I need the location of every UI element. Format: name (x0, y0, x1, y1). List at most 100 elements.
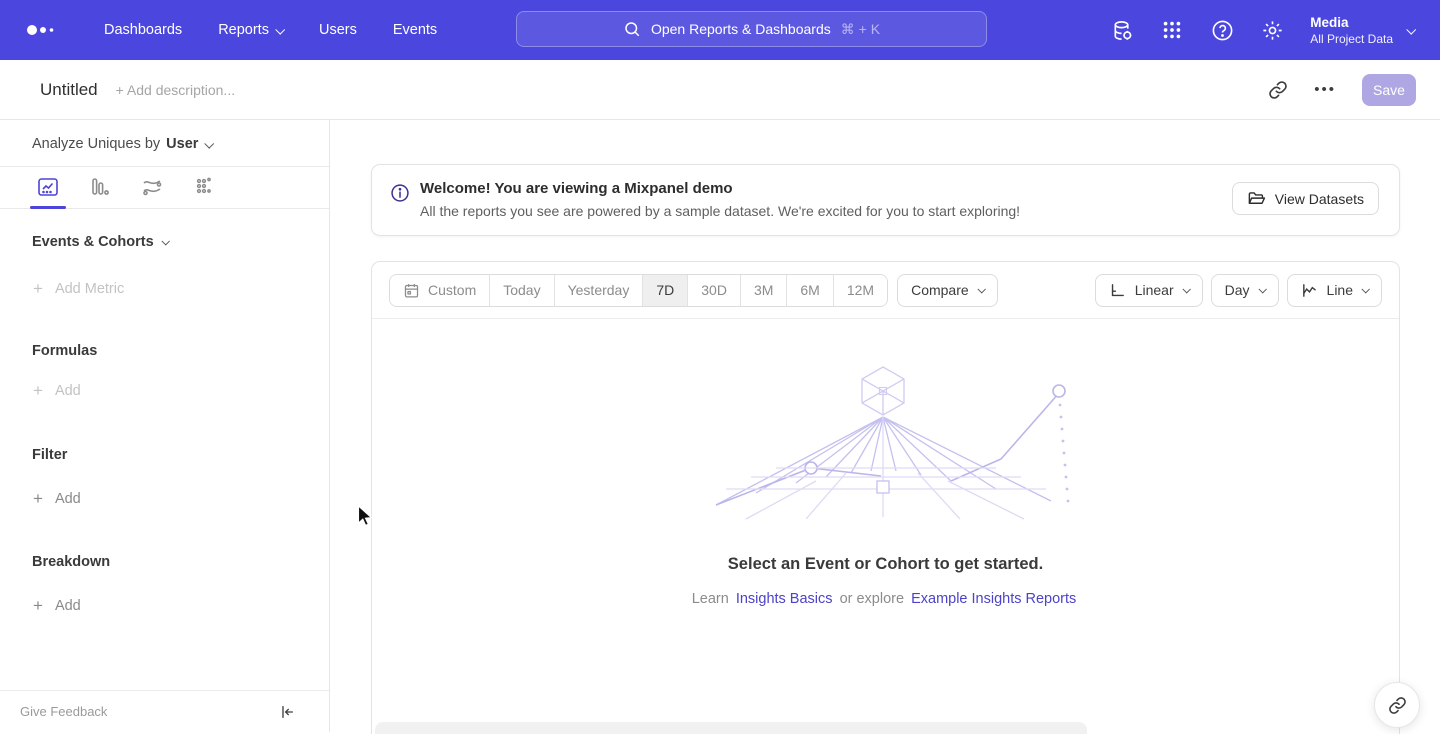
date-range-3m[interactable]: 3M (741, 275, 787, 306)
demo-welcome-banner: Welcome! You are viewing a Mixpanel demo… (371, 164, 1400, 236)
calendar-icon (403, 282, 420, 299)
metrics-grid-icon (192, 175, 216, 199)
add-description-field[interactable]: + Add description... (116, 82, 235, 98)
help-icon[interactable] (1210, 18, 1234, 42)
share-link-fab[interactable] (1374, 682, 1420, 728)
project-scope: All Project Data (1310, 32, 1393, 46)
example-reports-link[interactable]: Example Insights Reports (911, 591, 1076, 607)
learn-prefix: Learn (692, 591, 729, 607)
date-range-30d-label: 30D (701, 282, 727, 298)
chart-type-label: Line (1327, 282, 1353, 298)
interval-label: Day (1225, 282, 1250, 298)
plus-icon: + (33, 490, 43, 507)
add-filter-button[interactable]: + Add (0, 490, 329, 507)
nav-reports-label: Reports (218, 22, 269, 38)
report-header-actions: ••• Save (1268, 74, 1416, 106)
project-selector[interactable]: Media All Project Data (1310, 14, 1414, 46)
interval-dropdown[interactable]: Day (1211, 274, 1279, 307)
plus-icon: + (33, 597, 43, 614)
chart-display-controls: Linear Day Line (1095, 274, 1382, 307)
apps-grid-icon[interactable] (1160, 18, 1184, 42)
nav-events-label: Events (393, 22, 437, 38)
banner-title: Welcome! You are viewing a Mixpanel demo (420, 180, 1020, 197)
add-metric-label: Add Metric (55, 281, 124, 297)
nav-users[interactable]: Users (319, 22, 357, 38)
tab-metrics-grid[interactable] (182, 175, 226, 208)
report-title[interactable]: Untitled (40, 80, 98, 100)
mixpanel-logo[interactable] (26, 24, 60, 36)
nav-events[interactable]: Events (393, 22, 437, 38)
chevron-down-icon (1182, 285, 1190, 293)
linear-axis-icon (1109, 282, 1126, 299)
analyze-label: Analyze Uniques by (32, 136, 160, 152)
give-feedback-link[interactable]: Give Feedback (20, 704, 107, 719)
settings-gear-icon[interactable] (1260, 18, 1284, 42)
formulas-header: Formulas (0, 343, 329, 359)
add-formula-button[interactable]: + Add (0, 382, 329, 399)
filter-header: Filter (0, 447, 329, 463)
nav-reports[interactable]: Reports (218, 22, 283, 38)
empty-state-title: Select an Event or Cohort to get started… (728, 555, 1043, 574)
insights-chart-icon (36, 175, 60, 199)
bar-chart-icon (88, 175, 112, 199)
query-sidebar: Analyze Uniques by User Events & Cohorts (0, 120, 330, 732)
date-range-7d[interactable]: 7D (643, 275, 688, 306)
tab-insights-chart[interactable] (26, 175, 70, 208)
breakdown-label: Breakdown (32, 554, 110, 570)
main-content: Welcome! You are viewing a Mixpanel demo… (330, 120, 1440, 732)
insights-basics-link[interactable]: Insights Basics (736, 591, 833, 607)
view-datasets-button[interactable]: View Datasets (1232, 182, 1379, 215)
copy-link-icon[interactable] (1268, 80, 1288, 100)
chevron-down-icon (275, 24, 285, 34)
date-range-custom[interactable]: Custom (390, 275, 490, 306)
analyze-uniques-row: Analyze Uniques by User (0, 120, 329, 167)
date-range-yesterday-label: Yesterday (568, 282, 630, 298)
flow-chart-icon (140, 175, 164, 199)
date-range-12m[interactable]: 12M (834, 275, 887, 306)
date-range-6m[interactable]: 6M (787, 275, 833, 306)
nav-dashboards-label: Dashboards (104, 22, 182, 38)
events-cohorts-label: Events & Cohorts (32, 234, 154, 250)
scale-dropdown[interactable]: Linear (1095, 274, 1203, 307)
analyze-by-dropdown[interactable]: User (166, 136, 212, 152)
add-formula-label: Add (55, 383, 81, 399)
chart-type-dropdown[interactable]: Line (1287, 274, 1382, 307)
date-range-selector: Custom Today Yesterday 7D 30D 3M 6M 12M (389, 274, 888, 307)
filter-label: Filter (32, 447, 67, 463)
compare-dropdown[interactable]: Compare (897, 274, 998, 307)
events-cohorts-header[interactable]: Events & Cohorts (0, 234, 329, 250)
more-options-icon[interactable]: ••• (1314, 81, 1336, 98)
date-range-6m-label: 6M (800, 282, 819, 298)
line-chart-icon (1301, 282, 1318, 299)
global-search-input[interactable]: Open Reports & Dashboards ⌘ + K (516, 11, 987, 47)
nav-right-group: Media All Project Data (1110, 14, 1440, 46)
report-header: Untitled + Add description... ••• Save (0, 60, 1440, 120)
date-range-3m-label: 3M (754, 282, 773, 298)
date-range-custom-label: Custom (428, 282, 476, 298)
tab-bar-chart[interactable] (78, 175, 122, 208)
add-filter-label: Add (55, 491, 81, 507)
plus-icon: + (33, 382, 43, 399)
search-shortcut: ⌘ + K (841, 21, 880, 38)
nav-dashboards[interactable]: Dashboards (104, 22, 182, 38)
analyze-value: User (166, 136, 198, 152)
chart-controls: Custom Today Yesterday 7D 30D 3M 6M 12M … (372, 262, 1399, 319)
tab-flow-chart[interactable] (130, 175, 174, 208)
save-button[interactable]: Save (1362, 74, 1416, 106)
bottom-panel-edge[interactable] (375, 722, 1087, 734)
search-placeholder: Open Reports & Dashboards (651, 21, 831, 37)
nav-users-label: Users (319, 22, 357, 38)
folder-open-icon (1247, 189, 1266, 208)
add-breakdown-label: Add (55, 598, 81, 614)
data-management-icon[interactable] (1110, 18, 1134, 42)
date-range-yesterday[interactable]: Yesterday (555, 275, 644, 306)
date-range-30d[interactable]: 30D (688, 275, 741, 306)
add-metric-button[interactable]: +Add Metric (0, 280, 329, 297)
add-breakdown-button[interactable]: + Add (0, 597, 329, 614)
project-name: Media (1310, 14, 1393, 32)
empty-state-illustration (696, 365, 1076, 520)
primary-nav: Dashboards Reports Users Events (104, 22, 437, 38)
chevron-down-icon (161, 237, 169, 245)
collapse-sidebar-icon[interactable] (279, 704, 295, 720)
date-range-today[interactable]: Today (490, 275, 554, 306)
